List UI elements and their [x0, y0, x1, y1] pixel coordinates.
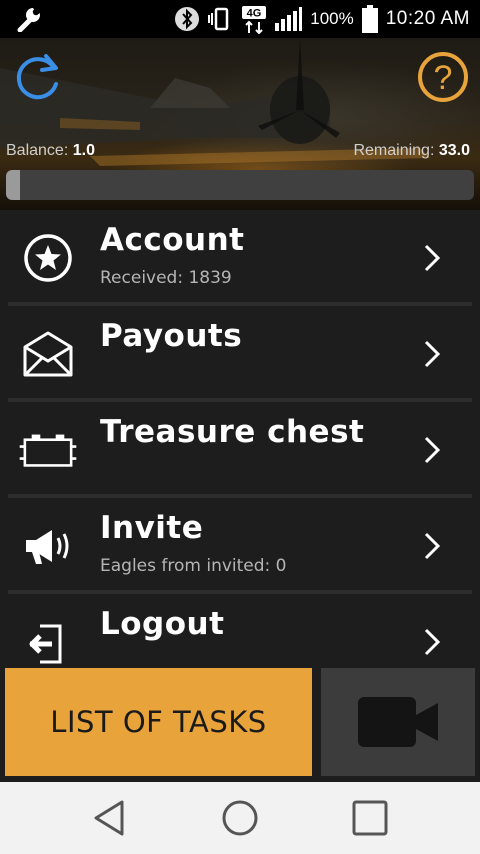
- bluetooth-icon: [174, 6, 200, 32]
- progress-fill: [6, 170, 21, 200]
- remaining-value: 33.0: [438, 142, 470, 159]
- chevron-right-icon: [424, 628, 441, 656]
- clock: 10:20 AM: [385, 8, 470, 29]
- star-circle-icon: [18, 230, 78, 286]
- balance-label: Balance:: [6, 142, 69, 159]
- vibrate-icon: [208, 5, 234, 33]
- remaining-label: Remaining:: [353, 142, 435, 159]
- video-button[interactable]: [321, 668, 475, 776]
- network-4g-icon: 4G: [242, 4, 267, 34]
- video-camera-icon: [358, 697, 438, 747]
- chevron-right-icon: [424, 340, 441, 368]
- svg-text:?: ?: [434, 59, 453, 97]
- chest-icon: [18, 422, 78, 478]
- menu-item-title: Account: [100, 222, 245, 258]
- menu-item-title: Invite: [100, 510, 204, 546]
- refresh-button[interactable]: [10, 50, 64, 104]
- logout-icon: [18, 614, 78, 668]
- battery-percentage: 100%: [310, 9, 354, 28]
- menu-item-treasure-chest[interactable]: Treasure chest: [0, 402, 480, 498]
- menu-item-invite[interactable]: Invite Eagles from invited: 0: [0, 498, 480, 594]
- system-nav-bar: [0, 782, 480, 854]
- list-of-tasks-button[interactable]: LIST OF TASKS: [5, 668, 312, 776]
- chevron-right-icon: [424, 436, 441, 464]
- menu-item-title: Logout: [100, 606, 225, 642]
- list-of-tasks-label: LIST OF TASKS: [50, 705, 267, 739]
- menu-item-subtitle: Eagles from invited: 0: [100, 556, 287, 576]
- menu-item-account[interactable]: Account Received: 1839: [0, 210, 480, 306]
- menu-item-title: Payouts: [100, 318, 243, 354]
- menu-item-title: Treasure chest: [100, 414, 365, 450]
- chevron-right-icon: [424, 532, 441, 560]
- menu-item-subtitle: Received: 1839: [100, 268, 232, 288]
- chevron-right-icon: [424, 244, 441, 272]
- status-icons: 4G 100% 10:20 AM: [174, 0, 470, 38]
- help-button[interactable]: ?: [416, 50, 470, 104]
- balance-value: 1.0: [72, 142, 95, 159]
- status-bar: 4G 100% 10:20 AM: [0, 0, 480, 38]
- balance-display: Balance: 1.0: [6, 142, 95, 160]
- megaphone-icon: [18, 518, 78, 574]
- help-icon: ?: [418, 52, 468, 102]
- back-icon[interactable]: [88, 796, 132, 840]
- menu-item-payouts[interactable]: Payouts: [0, 306, 480, 402]
- signal-icon: [274, 6, 303, 32]
- main-menu: Account Received: 1839 Payouts Treasure …: [0, 210, 480, 668]
- wrench-icon: [17, 6, 42, 32]
- progress-bar: [6, 170, 474, 200]
- header-banner: ? Balance: 1.0 Remaining: 33.0: [0, 38, 480, 210]
- recents-icon[interactable]: [348, 796, 392, 840]
- menu-item-logout[interactable]: Logout: [0, 594, 480, 668]
- app-root: 4G 100% 10:20 AM ? Balance: 1.0 Remainin…: [0, 0, 480, 854]
- remaining-display: Remaining: 33.0: [353, 142, 470, 160]
- envelope-icon: [18, 326, 78, 382]
- svg-text:4G: 4G: [247, 8, 262, 20]
- home-icon[interactable]: [218, 796, 262, 840]
- battery-icon: [361, 5, 378, 33]
